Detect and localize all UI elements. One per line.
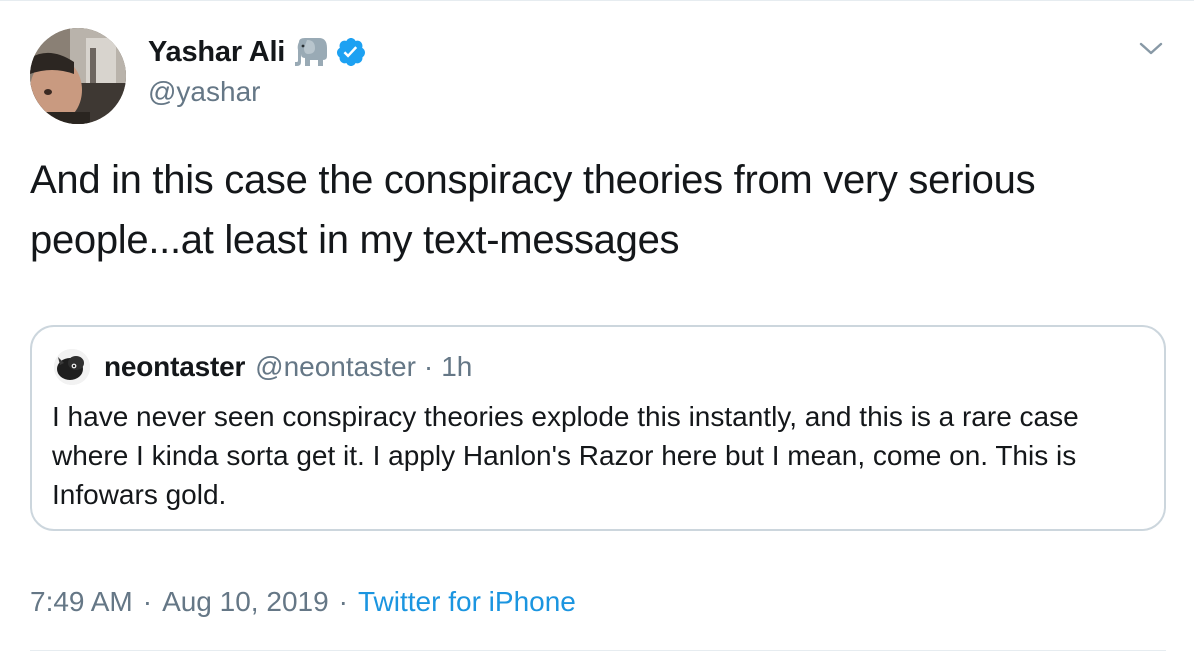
- tweet-meta: 7:49 AM · Aug 10, 2019 · Twitter for iPh…: [30, 582, 576, 622]
- tweet-time[interactable]: 7:49 AM: [30, 586, 133, 618]
- elephant-icon: [293, 36, 329, 68]
- tweet-source-link[interactable]: Twitter for iPhone: [358, 586, 576, 618]
- tweet-date[interactable]: Aug 10, 2019: [162, 586, 329, 618]
- top-divider: [0, 0, 1194, 1]
- meta-separator-2: ·: [338, 586, 348, 617]
- author-avatar[interactable]: [30, 28, 126, 124]
- author-handle[interactable]: @yashar: [148, 76, 260, 108]
- quoted-tweet-text: I have never seen conspiracy theories ex…: [52, 401, 1079, 510]
- quoted-display-name: neontaster: [104, 351, 246, 382]
- bottom-divider: [30, 650, 1166, 651]
- quoted-tweet-card[interactable]: neontaster @neontaster · 1h I have never…: [30, 325, 1166, 531]
- author-name-row: Yashar Ali: [148, 32, 367, 72]
- chevron-down-icon[interactable]: [1138, 38, 1164, 58]
- quoted-author-avatar: [54, 349, 90, 385]
- verified-badge-icon: [335, 36, 367, 68]
- tweet-text: And in this case the conspiracy theories…: [30, 158, 1036, 262]
- quoted-tweet-header: neontaster @neontaster · 1h: [54, 347, 472, 387]
- avatar-photo: [30, 28, 126, 124]
- meta-separator-1: ·: [142, 586, 153, 617]
- author-display-name[interactable]: Yashar Ali: [148, 36, 285, 69]
- quoted-separator: ·: [423, 351, 434, 382]
- quoted-handle: @neontaster: [255, 351, 416, 382]
- quoted-timestamp: 1h: [441, 351, 473, 382]
